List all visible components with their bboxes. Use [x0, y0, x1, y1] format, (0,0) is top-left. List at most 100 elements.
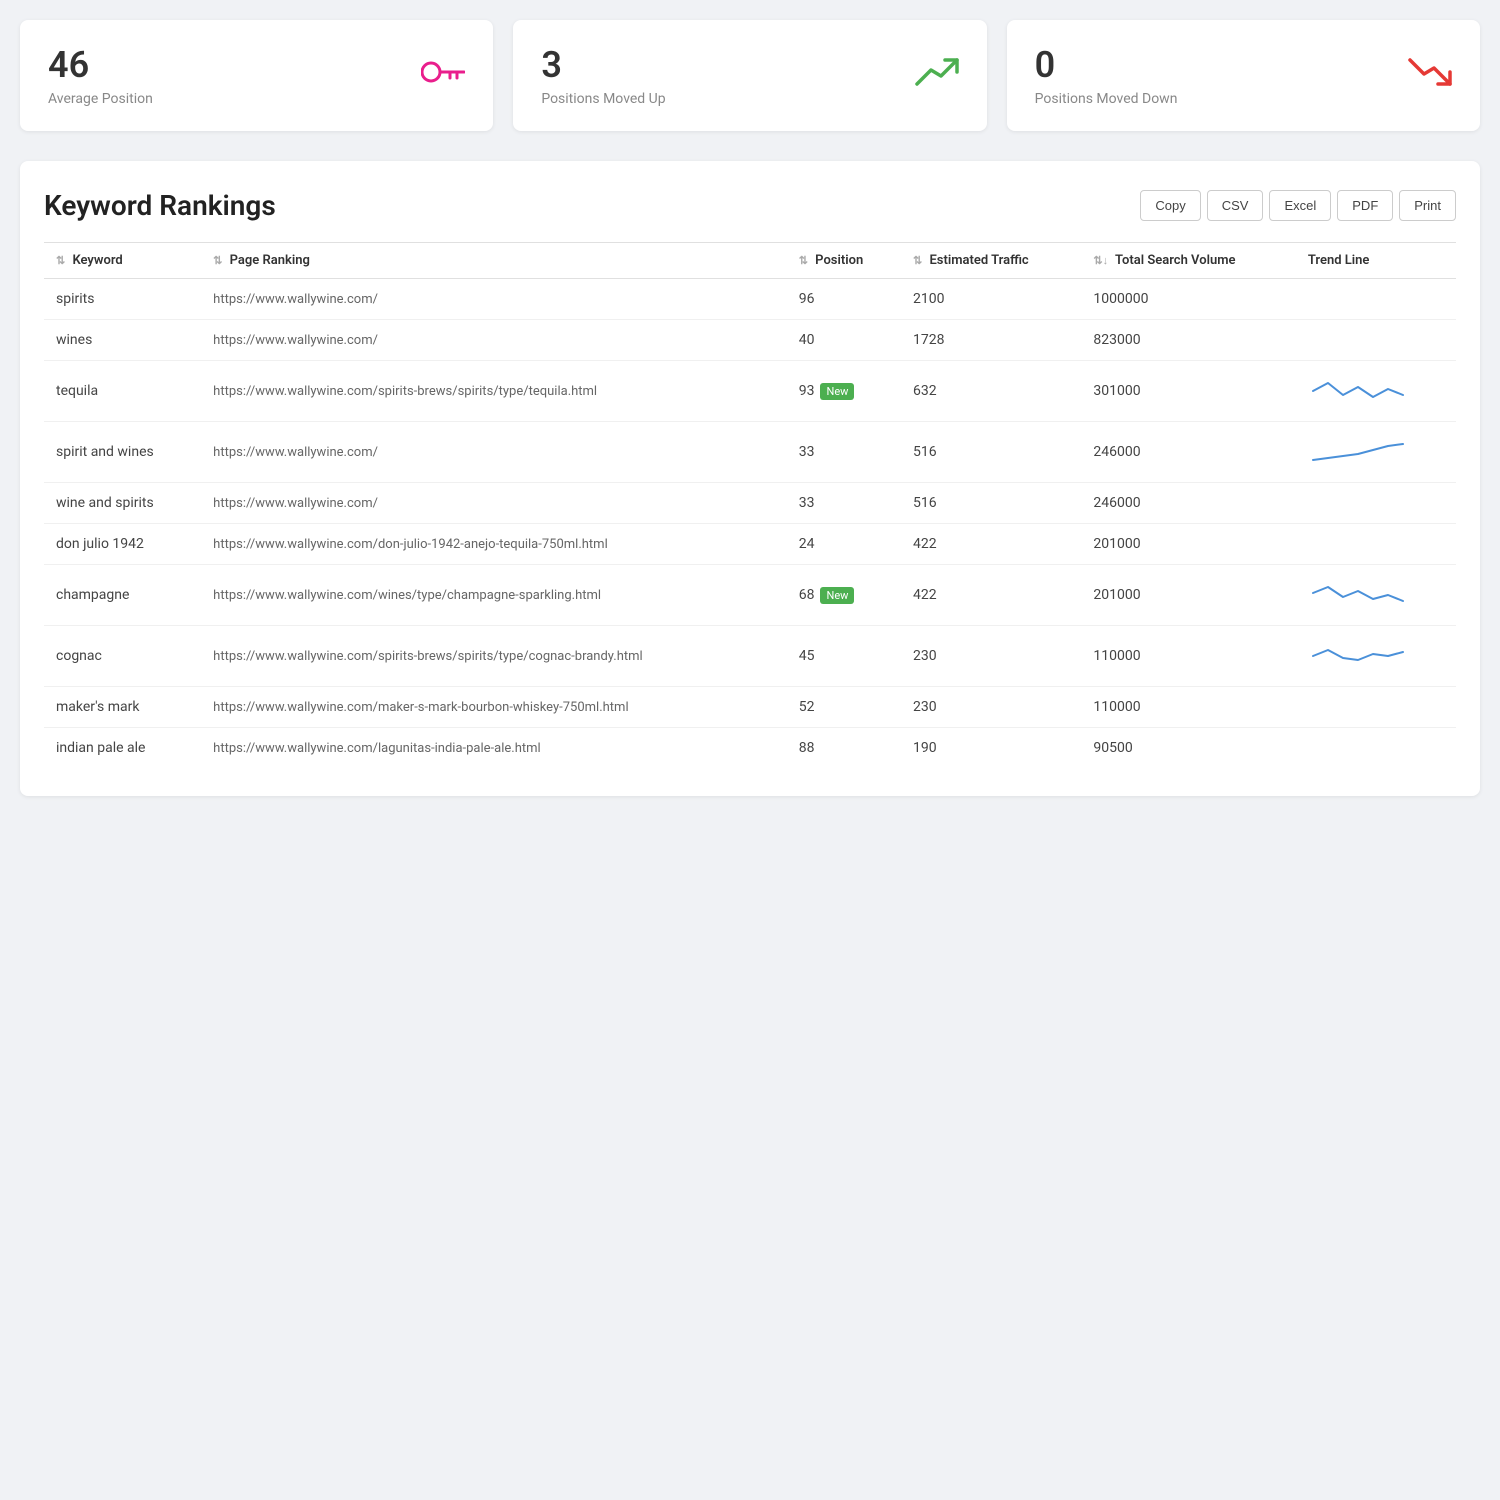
table-row: maker's markhttps://www.wallywine.com/ma…	[44, 687, 1456, 728]
stats-row: 46 Average Position 3 Positions Moved Up	[20, 20, 1480, 131]
stat-label-avg: Average Position	[48, 91, 153, 107]
cell-estimated-traffic: 1728	[901, 320, 1081, 361]
cell-page-ranking: https://www.wallywine.com/spirits-brews/…	[201, 626, 787, 687]
cell-keyword: tequila	[44, 361, 201, 422]
table-row: spirit and wineshttps://www.wallywine.co…	[44, 422, 1456, 483]
cell-keyword: champagne	[44, 565, 201, 626]
col-header-page-ranking[interactable]: ⇅ Page Ranking	[201, 243, 787, 279]
main-panel: Keyword Rankings Copy CSV Excel PDF Prin…	[20, 161, 1480, 796]
cell-page-ranking: https://www.wallywine.com/maker-s-mark-b…	[201, 687, 787, 728]
sort-icon-page: ⇅	[213, 254, 222, 267]
panel-header: Keyword Rankings Copy CSV Excel PDF Prin…	[44, 189, 1456, 222]
cell-estimated-traffic: 2100	[901, 279, 1081, 320]
stat-label-down: Positions Moved Down	[1035, 91, 1178, 107]
trend-line-svg	[1308, 577, 1408, 613]
table-row: cognachttps://www.wallywine.com/spirits-…	[44, 626, 1456, 687]
cell-estimated-traffic: 632	[901, 361, 1081, 422]
cell-trend-line	[1296, 565, 1456, 626]
cell-keyword: cognac	[44, 626, 201, 687]
cell-page-ranking: https://www.wallywine.com/	[201, 320, 787, 361]
col-header-estimated-traffic[interactable]: ⇅ Estimated Traffic	[901, 243, 1081, 279]
cell-keyword: don julio 1942	[44, 524, 201, 565]
arrow-up-icon	[915, 54, 959, 97]
rankings-table: ⇅ Keyword ⇅ Page Ranking ⇅ Position ⇅ Es…	[44, 242, 1456, 768]
stat-number-down: 0	[1035, 44, 1178, 87]
arrow-down-icon	[1408, 54, 1452, 97]
stat-number-up: 3	[541, 44, 665, 87]
trend-line-svg	[1308, 373, 1408, 409]
copy-button[interactable]: Copy	[1140, 190, 1200, 221]
export-buttons: Copy CSV Excel PDF Print	[1140, 190, 1456, 221]
sort-icon-volume: ⇅↓	[1093, 254, 1108, 267]
stat-number-avg: 46	[48, 44, 153, 87]
trend-line-svg	[1308, 434, 1408, 470]
cell-estimated-traffic: 230	[901, 626, 1081, 687]
pdf-button[interactable]: PDF	[1337, 190, 1393, 221]
key-icon	[421, 58, 465, 93]
table-row: don julio 1942https://www.wallywine.com/…	[44, 524, 1456, 565]
cell-position: 40	[787, 320, 901, 361]
cell-trend-line	[1296, 687, 1456, 728]
cell-trend-line	[1296, 361, 1456, 422]
print-button[interactable]: Print	[1399, 190, 1456, 221]
table-row: spiritshttps://www.wallywine.com/9621001…	[44, 279, 1456, 320]
new-badge: New	[820, 383, 854, 400]
table-row: indian pale alehttps://www.wallywine.com…	[44, 728, 1456, 769]
csv-button[interactable]: CSV	[1207, 190, 1264, 221]
col-header-total-search-volume[interactable]: ⇅↓ Total Search Volume	[1081, 243, 1295, 279]
stat-text-up: 3 Positions Moved Up	[541, 44, 665, 107]
cell-estimated-traffic: 230	[901, 687, 1081, 728]
cell-trend-line	[1296, 320, 1456, 361]
stat-text-avg: 46 Average Position	[48, 44, 153, 107]
cell-position: 33	[787, 483, 901, 524]
table-row: wine and spiritshttps://www.wallywine.co…	[44, 483, 1456, 524]
cell-position: 52	[787, 687, 901, 728]
cell-position: 24	[787, 524, 901, 565]
cell-keyword: wine and spirits	[44, 483, 201, 524]
excel-button[interactable]: Excel	[1269, 190, 1331, 221]
cell-total-search-volume: 110000	[1081, 687, 1295, 728]
stat-text-down: 0 Positions Moved Down	[1035, 44, 1178, 107]
cell-position: 93New	[787, 361, 901, 422]
trend-line-svg	[1308, 638, 1408, 674]
cell-page-ranking: https://www.wallywine.com/don-julio-1942…	[201, 524, 787, 565]
cell-trend-line	[1296, 422, 1456, 483]
cell-trend-line	[1296, 279, 1456, 320]
cell-keyword: wines	[44, 320, 201, 361]
cell-position: 33	[787, 422, 901, 483]
cell-page-ranking: https://www.wallywine.com/lagunitas-indi…	[201, 728, 787, 769]
cell-total-search-volume: 823000	[1081, 320, 1295, 361]
cell-total-search-volume: 201000	[1081, 565, 1295, 626]
stat-card-avg-position: 46 Average Position	[20, 20, 493, 131]
cell-position: 68New	[787, 565, 901, 626]
sort-icon-keyword: ⇅	[56, 254, 65, 267]
cell-total-search-volume: 301000	[1081, 361, 1295, 422]
cell-total-search-volume: 246000	[1081, 483, 1295, 524]
cell-estimated-traffic: 422	[901, 524, 1081, 565]
cell-trend-line	[1296, 524, 1456, 565]
sort-icon-position: ⇅	[799, 254, 808, 267]
table-row: champagnehttps://www.wallywine.com/wines…	[44, 565, 1456, 626]
cell-total-search-volume: 1000000	[1081, 279, 1295, 320]
new-badge: New	[820, 587, 854, 604]
cell-position: 88	[787, 728, 901, 769]
stat-label-up: Positions Moved Up	[541, 91, 665, 107]
sort-icon-traffic: ⇅	[913, 254, 922, 267]
cell-page-ranking: https://www.wallywine.com/	[201, 422, 787, 483]
cell-page-ranking: https://www.wallywine.com/spirits-brews/…	[201, 361, 787, 422]
cell-keyword: maker's mark	[44, 687, 201, 728]
cell-trend-line	[1296, 728, 1456, 769]
cell-trend-line	[1296, 483, 1456, 524]
cell-position: 45	[787, 626, 901, 687]
stat-card-positions-down: 0 Positions Moved Down	[1007, 20, 1480, 131]
cell-trend-line	[1296, 626, 1456, 687]
cell-position: 96	[787, 279, 901, 320]
col-header-keyword[interactable]: ⇅ Keyword	[44, 243, 201, 279]
table-row: wineshttps://www.wallywine.com/401728823…	[44, 320, 1456, 361]
page-title: Keyword Rankings	[44, 189, 276, 222]
col-header-position[interactable]: ⇅ Position	[787, 243, 901, 279]
col-header-trend-line: Trend Line	[1296, 243, 1456, 279]
cell-estimated-traffic: 516	[901, 422, 1081, 483]
stat-card-positions-up: 3 Positions Moved Up	[513, 20, 986, 131]
table-row: tequilahttps://www.wallywine.com/spirits…	[44, 361, 1456, 422]
